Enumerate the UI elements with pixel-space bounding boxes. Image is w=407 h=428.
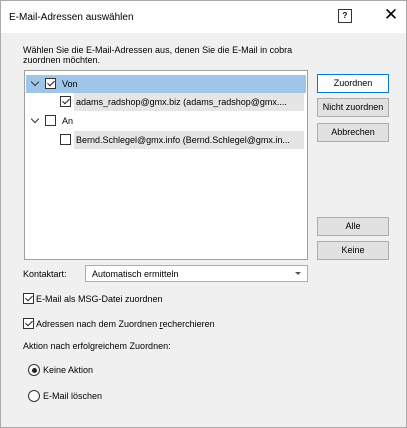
contact-type-value: Automatisch ermitteln [92, 269, 179, 279]
tree-group-an[interactable]: An [26, 112, 306, 130]
no-action-label[interactable]: Keine Aktion [43, 365, 93, 375]
email-address-dialog: E-Mail-Adressen auswählen ? ✕ Wählen Sie… [0, 0, 407, 428]
msg-file-label[interactable]: E-Mail als MSG-Datei zuordnen [36, 294, 163, 304]
title-bar: E-Mail-Adressen auswählen ? ✕ [1, 1, 406, 33]
tree-item[interactable]: adams_radshop@gmx.biz (adams_radshop@gmx… [26, 93, 306, 111]
tree-item-label: Bernd.Schlegel@gmx.info (Bernd.Schlegel@… [74, 131, 304, 149]
item-checkbox[interactable] [60, 134, 71, 145]
tree-group-label: Von [62, 79, 78, 89]
unassign-button[interactable]: Nicht zuordnen [317, 98, 389, 117]
radio-no-action[interactable] [28, 364, 40, 376]
tree-item-label: adams_radshop@gmx.biz (adams_radshop@gmx… [74, 93, 304, 111]
address-tree[interactable]: Von adams_radshop@gmx.biz (adams_radshop… [24, 70, 308, 260]
contact-type-label: Kontaktart: [23, 269, 67, 279]
group-von-checkbox[interactable] [45, 78, 56, 89]
help-icon[interactable]: ? [338, 9, 352, 23]
msg-file-checkbox[interactable] [23, 293, 34, 304]
chevron-down-icon[interactable] [31, 116, 41, 126]
dialog-title: E-Mail-Adressen auswählen [9, 12, 134, 23]
delete-mail-label[interactable]: E-Mail löschen [43, 391, 102, 401]
select-none-button[interactable]: Keine [317, 241, 389, 260]
tree-item[interactable]: Bernd.Schlegel@gmx.info (Bernd.Schlegel@… [26, 131, 306, 149]
intro-text: Wählen Sie die E-Mail-Adressen aus, dene… [23, 45, 293, 65]
research-label-prefix: Adressen nach dem Zuordnen [36, 319, 160, 329]
cancel-button[interactable]: Abbrechen [317, 123, 389, 142]
research-label-suffix: echerchieren [162, 319, 215, 329]
tree-group-von[interactable]: Von [26, 75, 306, 93]
select-all-button[interactable]: Alle [317, 217, 389, 236]
contact-type-select[interactable]: Automatisch ermitteln [85, 265, 308, 282]
assign-button[interactable]: Zuordnen [317, 74, 389, 93]
group-an-checkbox[interactable] [45, 115, 56, 126]
radio-delete-mail[interactable] [28, 390, 40, 402]
after-action-label: Aktion nach erfolgreichem Zuordnen: [23, 341, 171, 351]
item-checkbox[interactable] [60, 96, 71, 107]
chevron-down-icon[interactable] [31, 79, 41, 89]
research-checkbox[interactable] [23, 318, 34, 329]
tree-group-label: An [62, 116, 74, 126]
research-label[interactable]: Adressen nach dem Zuordnen recherchieren [36, 319, 215, 329]
dropdown-arrow-icon[interactable] [295, 272, 301, 275]
close-icon[interactable]: ✕ [379, 4, 403, 28]
